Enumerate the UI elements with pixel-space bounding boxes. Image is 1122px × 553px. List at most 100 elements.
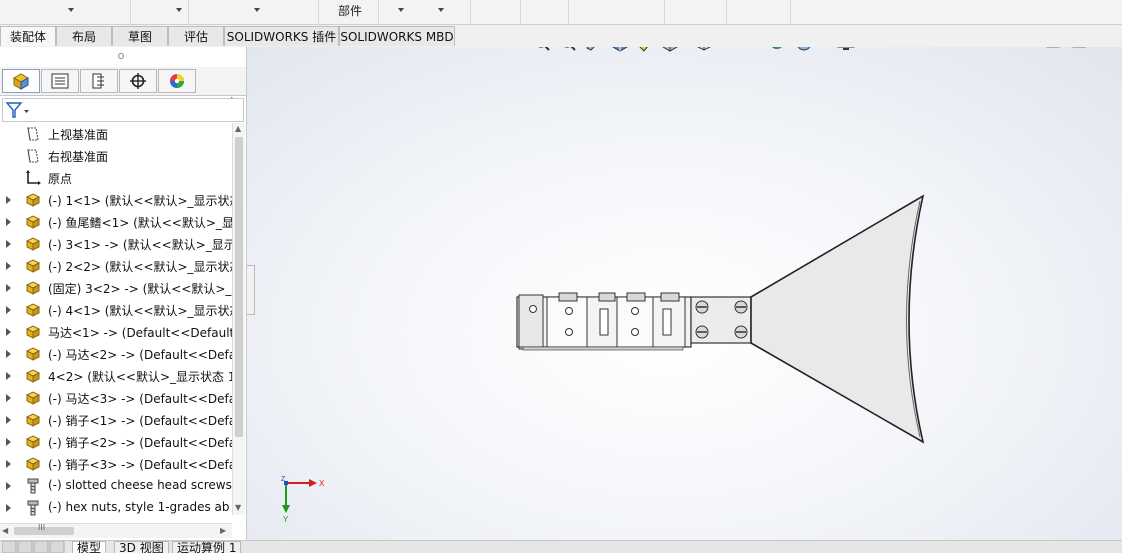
assembly-model[interactable] [247, 47, 1122, 540]
tab-nav-arrows-icon[interactable] [2, 541, 68, 553]
tab-motion-study-1[interactable]: 运动算例 1 [172, 541, 242, 553]
plane-icon [24, 148, 42, 164]
tab-dimxpert-manager[interactable] [119, 69, 157, 93]
scroll-up-icon[interactable]: ▲ [235, 124, 241, 133]
expand-arrow-icon[interactable] [6, 262, 11, 270]
tab-display-manager[interactable] [158, 69, 196, 93]
scroll-down-icon[interactable]: ▼ [235, 503, 241, 512]
expand-arrow-icon[interactable] [6, 482, 11, 490]
tree-item-label: (-) 销子<2> -> (Default<<Defau [48, 436, 232, 450]
tree-item-label: (-) 3<1> -> (默认<<默认>_显示状 [48, 238, 232, 252]
origin-icon [24, 170, 42, 186]
ribbon-reference-geometry[interactable] [470, 0, 521, 24]
tree-item-label: 马达<1> -> (Default<<Default> [48, 326, 232, 340]
expand-arrow-icon[interactable] [6, 372, 11, 380]
tree-horizontal-scrollbar[interactable]: ◀ III ▶ [0, 523, 232, 538]
tree-item[interactable]: (-) 2<2> (默认<<默认>_显示状态 [0, 255, 232, 277]
tree-item[interactable]: 原点 [0, 167, 232, 189]
chevron-down-icon[interactable] [68, 8, 74, 12]
scroll-thumb[interactable] [235, 137, 243, 437]
expand-arrow-icon[interactable] [6, 218, 11, 226]
tree-item[interactable]: (-) 4<1> (默认<<默认>_显示状态 [0, 299, 232, 321]
expand-arrow-icon[interactable] [6, 306, 11, 314]
tab-assembly[interactable]: 装配体 [0, 26, 56, 46]
chevron-down-icon[interactable] [176, 8, 182, 12]
tree-item[interactable]: (-) slotted cheese head screws [0, 475, 232, 497]
scroll-thumb[interactable]: III [14, 523, 74, 535]
ribbon-linear-pattern[interactable] [188, 0, 319, 24]
filter-icon[interactable] [5, 100, 31, 120]
triad-z-label: Z [281, 476, 286, 483]
bottom-tab-bar: 模型 3D 视图 运动算例 1 [0, 540, 1122, 553]
tab-solidworks-mbd[interactable]: SOLIDWORKS MBD [339, 26, 455, 46]
tab-property-manager[interactable] [41, 69, 79, 93]
command-tabs: 装配体 布局 草图 评估 SOLIDWORKS 插件 SOLIDWORKS MB… [0, 25, 460, 47]
tree-item[interactable]: 马达<1> -> (Default<<Default> [0, 321, 232, 343]
scroll-left-icon[interactable]: ◀ [2, 526, 8, 535]
part-icon [24, 236, 42, 252]
graphics-area[interactable]: X Y Z [247, 47, 1122, 540]
expand-arrow-icon[interactable] [6, 504, 11, 512]
tree-item-label: (-) 销子<3> -> (Default<<Defau [48, 458, 232, 472]
tab-evaluate[interactable]: 评估 [168, 26, 224, 46]
expand-arrow-icon[interactable] [6, 438, 11, 446]
expand-arrow-icon[interactable] [6, 416, 11, 424]
ribbon-bom[interactable] [568, 0, 665, 24]
expand-arrow-icon[interactable] [6, 284, 11, 292]
tree-item[interactable]: (-) 销子<1> -> (Default<<Defau [0, 409, 232, 431]
tab-feature-manager[interactable] [2, 69, 40, 93]
expand-arrow-icon[interactable] [6, 460, 11, 468]
tree-item[interactable]: 4<2> (默认<<默认>_显示状态 1 [0, 365, 232, 387]
expand-arrow-icon[interactable] [6, 328, 11, 336]
tree-item[interactable]: (-) 销子<2> -> (Default<<Defau [0, 431, 232, 453]
tree-item-label: (-) 4<1> (默认<<默认>_显示状态 [48, 304, 232, 318]
tab-model[interactable]: 模型 [72, 541, 107, 553]
tab-solidworks-addins[interactable]: SOLIDWORKS 插件 [224, 26, 339, 46]
expand-arrow-icon[interactable] [6, 350, 11, 358]
part-icon [24, 456, 42, 472]
scroll-right-icon[interactable]: ▶ [220, 526, 226, 535]
tree-item[interactable]: (-) 鱼尾鳍<1> (默认<<默认>_显示 [0, 211, 232, 233]
panel-grip-icon[interactable] [118, 53, 124, 59]
tab-configuration-manager[interactable] [80, 69, 118, 93]
tree-item[interactable]: (-) 马达<3> -> (Default<<Defau [0, 387, 232, 409]
chevron-down-icon[interactable] [398, 8, 404, 12]
ribbon-show-hidden[interactable]: 部件 [318, 0, 379, 24]
tree-item-label: (-) 1<1> (默认<<默认>_显示状态 [48, 194, 232, 208]
tree-item[interactable]: (-) 3<1> -> (默认<<默认>_显示状 [0, 233, 232, 255]
tree-item[interactable]: (-) 马达<2> -> (Default<<Defau [0, 343, 232, 365]
tree-item-label: (-) 2<2> (默认<<默认>_显示状态 [48, 260, 232, 274]
expand-arrow-icon[interactable] [6, 240, 11, 248]
ribbon-insert-components[interactable] [0, 0, 131, 24]
ribbon-instant3d[interactable] [664, 0, 727, 24]
tree-item-label: (-) hex nuts, style 1-grades ab [48, 500, 230, 514]
tree-item[interactable]: (-) 销子<3> -> (Default<<Defau [0, 453, 232, 475]
ribbon-new-motion-study[interactable] [520, 0, 569, 24]
ribbon-mate[interactable] [130, 0, 189, 24]
scroll-grip: III [38, 523, 46, 532]
part-icon [24, 390, 42, 406]
tree-item[interactable]: 上视基准面 [0, 123, 232, 145]
tree-item[interactable]: (-) hex nuts, style 1-grades ab [0, 497, 232, 519]
ribbon-show-hidden-label: 部件 [338, 4, 363, 18]
tree-item[interactable]: 右视基准面 [0, 145, 232, 167]
expand-arrow-icon[interactable] [6, 394, 11, 402]
tree-filter-bar[interactable] [2, 98, 244, 122]
expand-arrow-icon[interactable] [6, 196, 11, 204]
tree-item[interactable]: (-) 1<1> (默认<<默认>_显示状态 [0, 189, 232, 211]
part-icon [24, 434, 42, 450]
chevron-down-icon[interactable] [254, 8, 260, 12]
ribbon-assembly-features[interactable] [378, 0, 471, 24]
tree-item[interactable]: (固定) 3<2> -> (默认<<默认>_显 [0, 277, 232, 299]
tab-3d-views[interactable]: 3D 视图 [114, 541, 169, 553]
part-icon [24, 324, 42, 340]
tab-layout[interactable]: 布局 [56, 26, 112, 46]
ribbon-speedpak[interactable] [726, 0, 791, 24]
tree-vertical-scrollbar[interactable]: ▲ ▼ [232, 123, 245, 515]
chevron-down-icon[interactable] [438, 8, 444, 12]
tree-item-label: (固定) 3<2> -> (默认<<默认>_显 [48, 282, 232, 296]
part-icon [24, 346, 42, 362]
configuration-icon [92, 73, 104, 89]
tab-sketch[interactable]: 草图 [112, 26, 168, 46]
servo-brackets [516, 292, 692, 351]
